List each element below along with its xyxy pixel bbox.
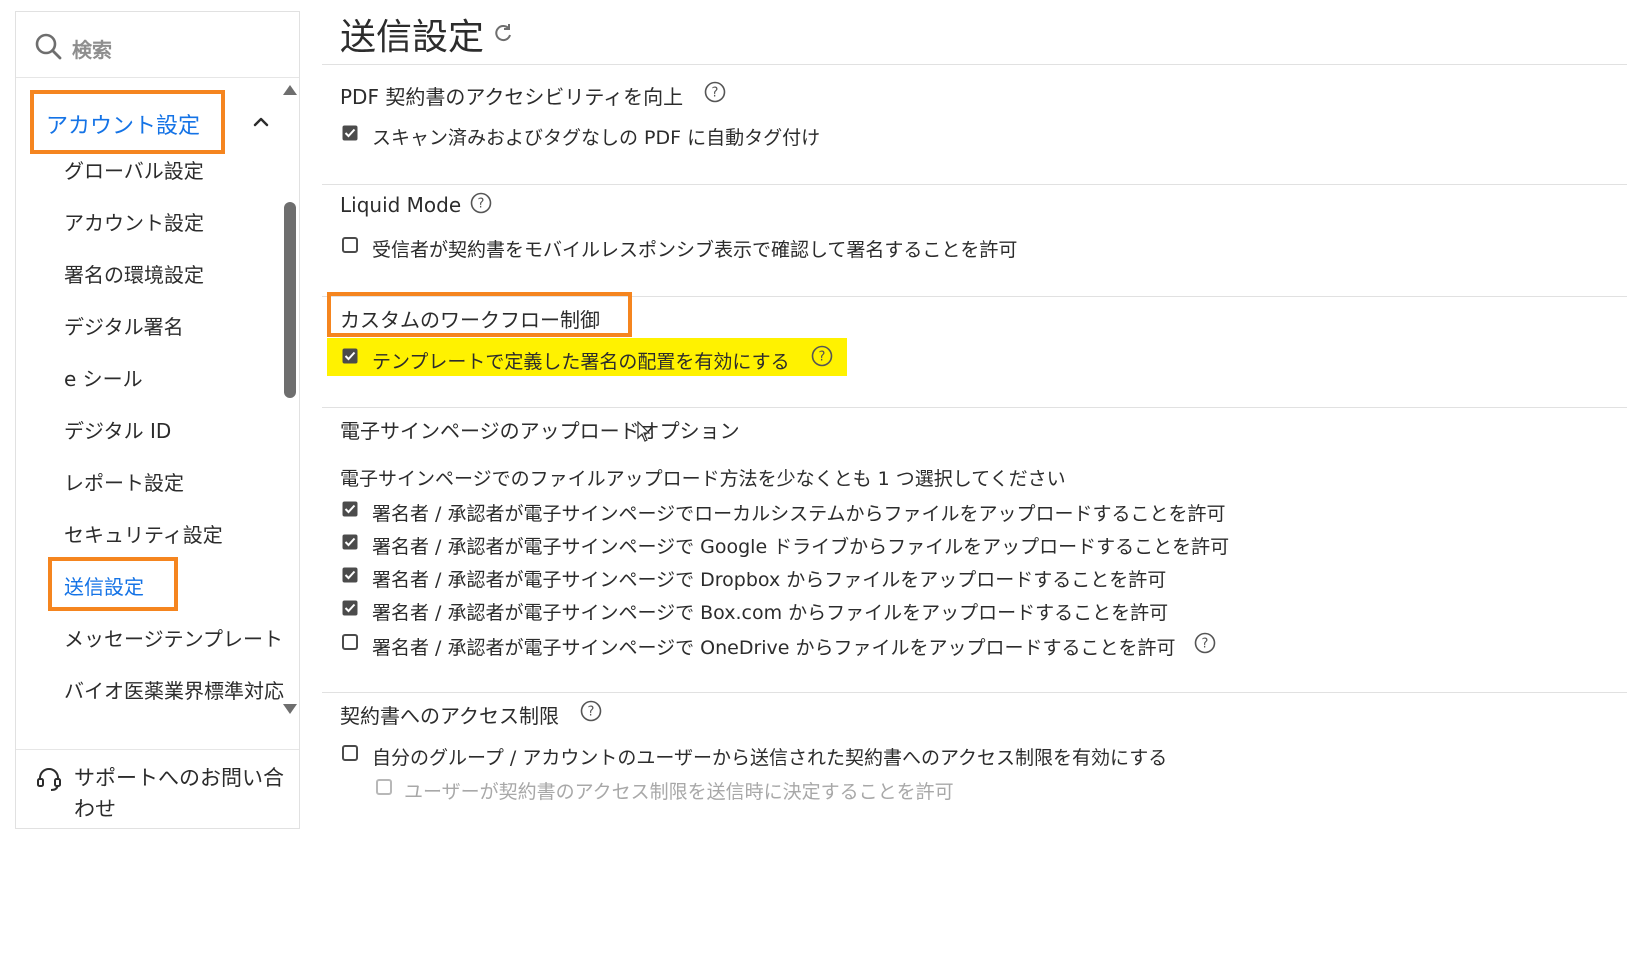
section-title-access-restriction: 契約書へのアクセス制限 (340, 704, 559, 728)
nav-item-global-settings[interactable]: グローバル設定 (64, 155, 204, 184)
help-icon[interactable]: ? (811, 345, 833, 367)
chevron-up-icon[interactable] (251, 112, 271, 132)
checkbox-checked[interactable] (342, 600, 358, 616)
sidebar: 検索 アカウント設定 グローバル設定 アカウント設定 署名の環境設定 デジタル署… (15, 11, 300, 829)
page-title: 送信設定 (340, 17, 485, 58)
scrollbar-thumb[interactable] (284, 202, 296, 398)
svg-text:?: ? (478, 197, 485, 212)
nav-item-security-settings[interactable]: セキュリティ設定 (64, 519, 223, 548)
nav-item-account-settings[interactable]: アカウント設定 (64, 207, 204, 236)
checkbox-checked[interactable] (342, 348, 358, 364)
search-box[interactable]: 検索 (16, 12, 299, 78)
option-label: 署名者 / 承認者が電子サインページで Google ドライブからファイルをアッ… (372, 536, 1230, 558)
checkbox-checked[interactable] (342, 567, 358, 583)
checkbox-unchecked[interactable] (342, 745, 358, 761)
checkbox-unchecked-disabled (376, 779, 392, 795)
nav-group-account-settings[interactable]: アカウント設定 (23, 90, 283, 154)
checkbox-checked[interactable] (342, 125, 358, 141)
option-label: 署名者 / 承認者が電子サインページで Box.com からファイルをアップロー… (372, 602, 1169, 624)
refresh-icon[interactable] (492, 22, 514, 44)
section-title-custom-workflow: カスタムのワークフロー制御 (340, 308, 600, 332)
search-icon (35, 33, 62, 60)
nav-item-send-settings[interactable]: 送信設定 (64, 571, 144, 600)
help-icon[interactable]: ? (580, 700, 602, 722)
help-icon[interactable]: ? (704, 81, 726, 103)
support-contact[interactable]: サポートへのお問い合わせ (16, 749, 299, 829)
checkbox-unchecked[interactable] (342, 634, 358, 650)
help-icon[interactable]: ? (470, 192, 492, 214)
checkbox-checked[interactable] (342, 534, 358, 550)
scroll-down-arrow[interactable] (283, 704, 297, 714)
nav-item-message-templates[interactable]: メッセージテンプレート (64, 623, 283, 652)
headset-icon (37, 768, 61, 791)
option-label: 署名者 / 承認者が電子サインページでローカルシステムからファイルをアップロード… (372, 503, 1226, 525)
svg-text:?: ? (1202, 637, 1209, 652)
scroll-up-arrow[interactable] (283, 85, 297, 95)
option-label: 自分のグループ / アカウントのユーザーから送信された契約書へのアクセス制限を有… (372, 747, 1168, 769)
checkbox-checked[interactable] (342, 501, 358, 517)
nav-item-digital-id[interactable]: デジタル ID (64, 415, 171, 444)
option-label: スキャン済みおよびタグなしの PDF に自動タグ付け (372, 127, 821, 149)
help-icon[interactable]: ? (1194, 632, 1216, 654)
support-label[interactable]: サポートへのお問い合わせ (74, 763, 296, 825)
settings-nav: アカウント設定 グローバル設定 アカウント設定 署名の環境設定 デジタル署名 e… (16, 79, 299, 749)
option-label: 署名者 / 承認者が電子サインページで OneDrive からファイルをアップロ… (372, 637, 1176, 659)
option-label: テンプレートで定義した署名の配置を有効にする (372, 351, 790, 373)
mouse-cursor-icon (637, 421, 651, 442)
option-label-disabled: ユーザーが契約書のアクセス制限を送信時に決定することを許可 (404, 781, 954, 803)
checkbox-unchecked[interactable] (342, 237, 358, 253)
divider (322, 407, 1627, 408)
divider (322, 692, 1627, 693)
nav-item-e-seal[interactable]: e シール (64, 363, 143, 392)
search-placeholder[interactable]: 検索 (72, 34, 112, 63)
nav-item-report-settings[interactable]: レポート設定 (64, 467, 184, 496)
section-title-liquid-mode: Liquid Mode (340, 193, 462, 217)
nav-item-signature-prefs[interactable]: 署名の環境設定 (64, 259, 204, 288)
option-label: 署名者 / 承認者が電子サインページで Dropbox からファイルをアップロー… (372, 569, 1167, 591)
svg-text:?: ? (819, 350, 826, 365)
section-title-upload-options: 電子サインページのアップロードオプション (340, 419, 740, 443)
section-title-pdf-accessibility: PDF 契約書のアクセシビリティを向上 (340, 85, 684, 109)
svg-text:?: ? (588, 705, 595, 720)
nav-group-label[interactable]: アカウント設定 (30, 90, 225, 154)
nav-item-biopharma[interactable]: バイオ医薬業界標準対応 (64, 675, 284, 704)
divider (322, 64, 1627, 65)
svg-text:?: ? (712, 86, 719, 101)
section-description: 電子サインページでのファイルアップロード方法を少なくとも 1 つ選択してください (340, 468, 1066, 490)
nav-item-digital-signature[interactable]: デジタル署名 (64, 311, 184, 340)
divider (322, 184, 1627, 185)
option-label: 受信者が契約書をモバイルレスポンシブ表示で確認して署名することを許可 (372, 239, 1018, 261)
